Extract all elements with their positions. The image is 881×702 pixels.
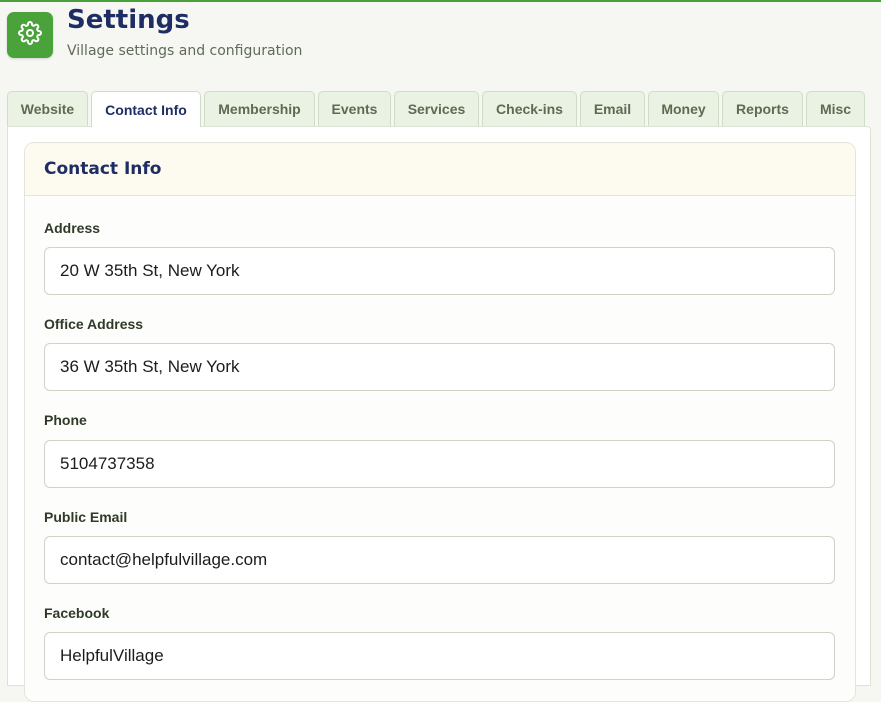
- settings-tabs: Website Contact Info Membership Events S…: [7, 91, 881, 127]
- address-input[interactable]: [44, 247, 835, 295]
- contact-info-card: Contact Info Address Office Address Phon…: [24, 142, 856, 702]
- tab-panel: Contact Info Address Office Address Phon…: [7, 126, 871, 702]
- card-header: Contact Info: [25, 143, 855, 196]
- tab-contact-info[interactable]: Contact Info: [91, 91, 201, 127]
- gear-icon: [18, 21, 42, 49]
- facebook-input[interactable]: [44, 632, 835, 680]
- settings-app-icon: [7, 12, 53, 58]
- page-header: Settings Village settings and configurat…: [0, 0, 881, 90]
- page-subtitle: Village settings and configuration: [67, 43, 303, 59]
- tab-reports[interactable]: Reports: [722, 91, 803, 126]
- office-address-label: Office Address: [44, 316, 144, 332]
- tab-events[interactable]: Events: [318, 91, 391, 126]
- tab-email[interactable]: Email: [580, 91, 645, 126]
- address-label: Address: [44, 220, 101, 236]
- public-email-label: Public Email: [44, 509, 128, 525]
- tab-misc[interactable]: Misc: [806, 91, 865, 126]
- card-title: Contact Info: [44, 159, 162, 179]
- phone-label: Phone: [44, 412, 87, 428]
- tab-check-ins[interactable]: Check-ins: [482, 91, 577, 126]
- page-title: Settings: [67, 5, 190, 35]
- public-email-input[interactable]: [44, 536, 835, 584]
- tab-money[interactable]: Money: [648, 91, 719, 126]
- tab-services[interactable]: Services: [394, 91, 479, 126]
- tab-website[interactable]: Website: [7, 91, 88, 126]
- facebook-label: Facebook: [44, 605, 110, 621]
- office-address-input[interactable]: [44, 343, 835, 391]
- phone-input[interactable]: [44, 440, 835, 488]
- tab-membership[interactable]: Membership: [204, 91, 315, 126]
